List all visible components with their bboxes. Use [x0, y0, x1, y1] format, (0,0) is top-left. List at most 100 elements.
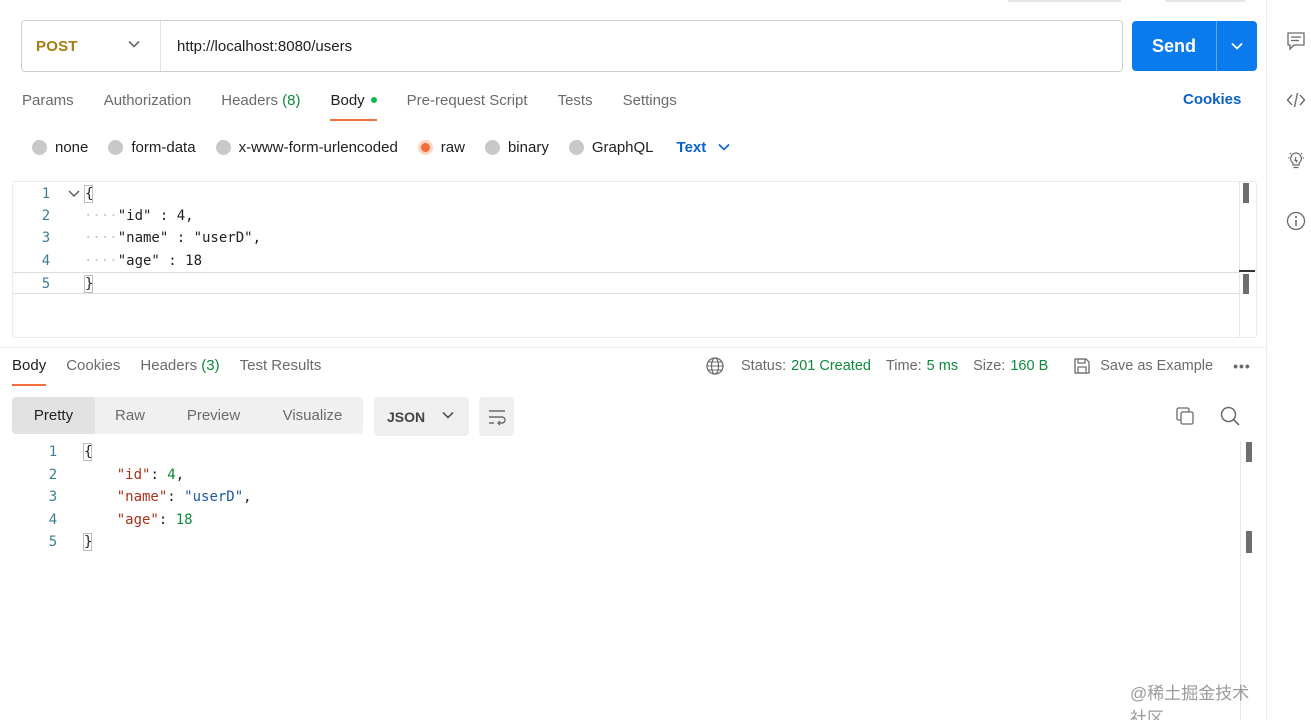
response-line: 2 "id": 4, [0, 464, 1200, 486]
line-number: 2 [41, 208, 51, 224]
cookies-link[interactable]: Cookies [1183, 91, 1241, 108]
code-icon[interactable] [1285, 89, 1307, 111]
response-view-tabs: Pretty Raw Preview Visualize [12, 397, 363, 434]
editor-line: 1 { [13, 183, 1239, 205]
body-modified-dot [370, 97, 377, 103]
copy-icon [1176, 407, 1194, 425]
wrap-lines-button[interactable] [479, 397, 514, 436]
code-text: ····"name" : "userD", [84, 230, 262, 246]
save-as-example-button[interactable]: Save as Example [1073, 357, 1213, 375]
info-icon[interactable] [1285, 210, 1307, 232]
wrap-lines-icon [488, 409, 506, 425]
tab-response-body[interactable]: Body [12, 356, 47, 386]
request-tabs: Params Authorization Headers (8) Body Pr… [22, 91, 707, 121]
chevron-down-icon [442, 411, 454, 419]
tab-settings[interactable]: Settings [623, 91, 677, 121]
fold-chevron-icon[interactable] [67, 183, 81, 205]
raw-format-select[interactable]: Text [677, 139, 731, 156]
code-text: } [84, 275, 94, 293]
response-meta: Status: 201 Created Time: 5 ms Size: 160… [705, 355, 1251, 377]
request-bar: POST http://localhost:8080/users [21, 20, 1123, 72]
status-value[interactable]: 201 Created [791, 358, 871, 374]
watermark: @稀土掘金技术社区 [1130, 684, 1250, 720]
editor-line-current: 5 } [13, 272, 1239, 294]
response-headers-count: (3) [201, 357, 220, 374]
tab-response-cookies[interactable]: Cookies [66, 356, 120, 386]
lightbulb-icon[interactable] [1285, 149, 1307, 171]
globe-icon[interactable] [705, 356, 725, 376]
body-type-urlencoded[interactable]: x-www-form-urlencoded [215, 139, 398, 156]
code-text: "age": 18 [116, 512, 193, 528]
line-number: 3 [48, 489, 58, 505]
size-value[interactable]: 160 B [1010, 358, 1048, 374]
view-pretty[interactable]: Pretty [12, 397, 95, 434]
tab-test-results[interactable]: Test Results [240, 356, 322, 386]
search-icon [1220, 406, 1240, 426]
radio-icon [568, 139, 584, 155]
tab-tests[interactable]: Tests [558, 91, 593, 121]
code-text: ····"age" : 18 [84, 253, 203, 269]
more-options-button[interactable]: ••• [1233, 358, 1251, 374]
pane-divider[interactable] [0, 347, 1266, 348]
body-type-binary[interactable]: binary [484, 139, 549, 156]
code-text: { [83, 443, 93, 461]
line-number: 4 [41, 253, 51, 269]
response-line: 4 "age": 18 [0, 509, 1200, 531]
line-number: 1 [48, 444, 58, 460]
tab-response-headers[interactable]: Headers (3) [140, 356, 219, 386]
line-number: 5 [48, 534, 58, 550]
send-button[interactable]: Send [1132, 21, 1257, 71]
response-line: 3 "name": "userD", [0, 486, 1200, 508]
editor-line: 3 ····"name" : "userD", [13, 227, 1239, 249]
body-type-graphql[interactable]: GraphQL [568, 139, 654, 156]
editor-scroll-marker [1239, 270, 1255, 272]
view-raw[interactable]: Raw [95, 397, 165, 434]
method-label: POST [36, 37, 78, 55]
radio-icon [108, 139, 124, 155]
request-body-editor[interactable]: 1 { 2 ····"id" : 4, 3 ····"name" : "user… [12, 181, 1257, 338]
search-button[interactable] [1219, 405, 1241, 432]
tab-body[interactable]: Body [330, 91, 377, 121]
top-divider-fragment [1008, 0, 1121, 2]
status-label: Status: [741, 358, 787, 374]
tab-pre-request-script[interactable]: Pre-request Script [407, 91, 528, 121]
send-label: Send [1151, 35, 1196, 56]
code-text: "name": "userD", [116, 489, 252, 505]
body-type-form-data[interactable]: form-data [108, 139, 196, 156]
response-scrollbar-thumb[interactable] [1246, 442, 1252, 462]
tab-params[interactable]: Params [22, 91, 74, 121]
editor-scroll-marker [1243, 274, 1249, 294]
copy-button[interactable] [1174, 405, 1196, 432]
tab-headers[interactable]: Headers (8) [221, 91, 300, 121]
method-select[interactable]: POST [22, 21, 161, 71]
code-text: "id": 4, [116, 467, 185, 483]
editor-line: 2 ····"id" : 4, [13, 205, 1239, 227]
chevron-down-icon [718, 143, 730, 151]
top-divider-fragment [1165, 0, 1245, 2]
url-input[interactable]: http://localhost:8080/users [161, 38, 352, 55]
body-type-none[interactable]: none [32, 139, 88, 156]
time-value[interactable]: 5 ms [927, 358, 958, 374]
editor-scrollbar-track [1239, 182, 1240, 337]
view-preview[interactable]: Preview [165, 397, 262, 434]
body-type-options: none form-data x-www-form-urlencoded raw… [32, 136, 730, 158]
editor-line: 4 ····"age" : 18 [13, 250, 1239, 272]
response-scroll-marker [1246, 531, 1252, 553]
response-format-select[interactable]: JSON [374, 397, 469, 436]
right-sidebar [1266, 0, 1311, 720]
editor-scrollbar-thumb[interactable] [1243, 183, 1249, 203]
response-line: 5 } [0, 531, 1200, 553]
code-text: } [83, 533, 93, 551]
view-visualize[interactable]: Visualize [262, 397, 363, 434]
chevron-down-icon [1231, 42, 1243, 50]
save-icon [1074, 358, 1090, 374]
body-type-raw[interactable]: raw [417, 139, 465, 156]
line-number: 4 [48, 512, 58, 528]
tab-authorization[interactable]: Authorization [104, 91, 192, 121]
send-options-button[interactable] [1217, 42, 1257, 50]
comment-icon[interactable] [1285, 30, 1307, 52]
radio-icon [215, 139, 231, 155]
chevron-down-icon [128, 40, 140, 48]
response-line: 1 { [0, 441, 1200, 463]
radio-icon [32, 139, 47, 155]
